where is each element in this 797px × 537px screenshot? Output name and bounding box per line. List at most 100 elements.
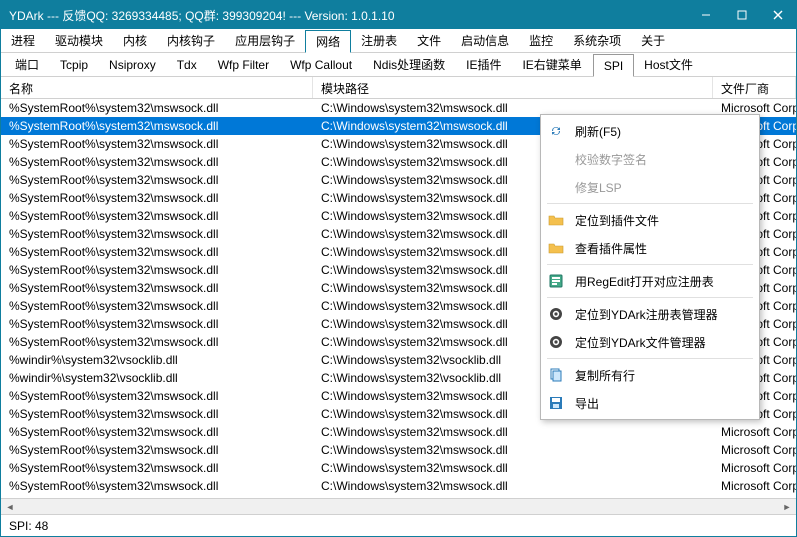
- menu-item[interactable]: 文件: [407, 29, 451, 52]
- save-icon: [547, 394, 565, 412]
- context-menu-label: 用RegEdit打开对应注册表: [575, 273, 714, 290]
- context-menu-item[interactable]: 定位到YDArk文件管理器: [543, 328, 757, 356]
- main-menu: 进程驱动模块内核内核钩子应用层钩子网络注册表文件启动信息监控系统杂项关于: [1, 29, 796, 53]
- minimize-button[interactable]: [688, 1, 724, 29]
- context-menu-label: 导出: [575, 395, 599, 412]
- cell-name: %SystemRoot%\system32\mswsock.dll: [1, 245, 313, 259]
- menu-separator: [547, 203, 753, 204]
- menu-item[interactable]: 驱动模块: [45, 29, 113, 52]
- cell-name: %SystemRoot%\system32\mswsock.dll: [1, 479, 313, 493]
- context-menu-label: 查看插件属性: [575, 240, 647, 257]
- cell-name: %SystemRoot%\system32\mswsock.dll: [1, 281, 313, 295]
- col-path[interactable]: 模块路径: [313, 77, 713, 98]
- context-menu-item[interactable]: 查看插件属性: [543, 234, 757, 262]
- context-menu-item[interactable]: 导出: [543, 389, 757, 417]
- cell-vendor: Microsoft Corporation: [713, 425, 796, 439]
- context-menu-item: 修复LSP: [543, 173, 757, 201]
- gear-icon: [547, 333, 565, 351]
- cell-name: %SystemRoot%\system32\mswsock.dll: [1, 425, 313, 439]
- context-menu-item[interactable]: 定位到插件文件: [543, 206, 757, 234]
- cell-name: %SystemRoot%\system32\mswsock.dll: [1, 443, 313, 457]
- cell-name: %SystemRoot%\system32\mswsock.dll: [1, 263, 313, 277]
- context-menu-label: 校验数字签名: [575, 151, 647, 168]
- copy-icon: [547, 366, 565, 384]
- context-menu-label: 定位到YDArk注册表管理器: [575, 306, 718, 323]
- cell-name: %SystemRoot%\system32\mswsock.dll: [1, 173, 313, 187]
- menu-item[interactable]: 监控: [519, 29, 563, 52]
- cell-name: %SystemRoot%\system32\mswsock.dll: [1, 227, 313, 241]
- cell-name: %SystemRoot%\system32\mswsock.dll: [1, 119, 313, 133]
- cell-path: C:\Windows\system32\mswsock.dll: [313, 479, 713, 493]
- menu-item[interactable]: 网络: [305, 30, 351, 53]
- close-button[interactable]: [760, 1, 796, 29]
- tab-item[interactable]: Nsiproxy: [99, 53, 167, 76]
- scrollbar-horizontal[interactable]: ◄ ►: [1, 498, 796, 514]
- cell-name: %SystemRoot%\system32\mswsock.dll: [1, 407, 313, 421]
- tab-item[interactable]: Tdx: [167, 53, 208, 76]
- tab-item[interactable]: Wfp Callout: [280, 53, 363, 76]
- menu-item[interactable]: 内核: [113, 29, 157, 52]
- tab-item[interactable]: Wfp Filter: [208, 53, 280, 76]
- context-menu-item[interactable]: 复制所有行: [543, 361, 757, 389]
- cell-name: %SystemRoot%\system32\mswsock.dll: [1, 101, 313, 115]
- cell-vendor: Microsoft Corporation: [713, 461, 796, 475]
- context-menu-label: 定位到插件文件: [575, 212, 659, 229]
- folder-icon: [547, 211, 565, 229]
- cell-name: %SystemRoot%\system32\mswsock.dll: [1, 317, 313, 331]
- scroll-left-icon[interactable]: ◄: [3, 500, 17, 514]
- context-menu-label: 修复LSP: [575, 179, 622, 196]
- cell-path: C:\Windows\system32\mswsock.dll: [313, 425, 713, 439]
- table-header: 名称 模块路径 文件厂商: [1, 77, 796, 99]
- menu-item[interactable]: 进程: [1, 29, 45, 52]
- context-menu-item[interactable]: 定位到YDArk注册表管理器: [543, 300, 757, 328]
- tab-item[interactable]: Tcpip: [50, 53, 99, 76]
- context-menu[interactable]: 刷新(F5) 校验数字签名修复LSP 定位到插件文件查看插件属性用RegEdit打开…: [540, 114, 760, 420]
- cell-name: %windir%\system32\vsocklib.dll: [1, 371, 313, 385]
- menu-item[interactable]: 应用层钩子: [225, 29, 305, 52]
- tab-item[interactable]: Host文件: [634, 53, 704, 76]
- cell-name: %SystemRoot%\system32\mswsock.dll: [1, 191, 313, 205]
- menu-item[interactable]: 注册表: [351, 29, 407, 52]
- cell-name: %windir%\system32\vsocklib.dll: [1, 353, 313, 367]
- cell-path: C:\Windows\system32\mswsock.dll: [313, 101, 713, 115]
- col-vendor[interactable]: 文件厂商: [713, 77, 796, 98]
- window-title: YDArk --- 反馈QQ: 3269334485; QQ群: 3993092…: [9, 7, 688, 24]
- table-row[interactable]: %SystemRoot%\system32\mswsock.dllC:\Wind…: [1, 477, 796, 495]
- cell-name: %SystemRoot%\system32\mswsock.dll: [1, 155, 313, 169]
- cell-name: %SystemRoot%\system32\mswsock.dll: [1, 461, 313, 475]
- maximize-button[interactable]: [724, 1, 760, 29]
- cell-name: %SystemRoot%\system32\mswsock.dll: [1, 389, 313, 403]
- cell-name: %SystemRoot%\system32\mswsock.dll: [1, 299, 313, 313]
- cell-path: C:\Windows\system32\mswsock.dll: [313, 461, 713, 475]
- context-menu-item[interactable]: 用RegEdit打开对应注册表: [543, 267, 757, 295]
- menu-separator: [547, 264, 753, 265]
- cell-name: %SystemRoot%\system32\mswsock.dll: [1, 209, 313, 223]
- reg-icon: [547, 272, 565, 290]
- tab-item[interactable]: IE右键菜单: [512, 53, 592, 76]
- statusbar: SPI: 48: [1, 514, 796, 536]
- menu-item[interactable]: 启动信息: [451, 29, 519, 52]
- scroll-right-icon[interactable]: ►: [780, 500, 794, 514]
- sub-tabs: 端口TcpipNsiproxyTdxWfp FilterWfp CalloutN…: [1, 53, 796, 77]
- context-menu-item[interactable]: 刷新(F5): [543, 117, 757, 145]
- table-row[interactable]: %SystemRoot%\system32\mswsock.dllC:\Wind…: [1, 423, 796, 441]
- tab-item[interactable]: SPI: [593, 54, 634, 77]
- folder-icon: [547, 239, 565, 257]
- menu-item[interactable]: 关于: [631, 29, 675, 52]
- cell-path: C:\Windows\system32\mswsock.dll: [313, 443, 713, 457]
- blank-icon: [547, 150, 565, 168]
- tab-item[interactable]: 端口: [5, 53, 50, 76]
- col-name[interactable]: 名称: [1, 77, 313, 98]
- titlebar: YDArk --- 反馈QQ: 3269334485; QQ群: 3993092…: [1, 1, 796, 29]
- menu-item[interactable]: 系统杂项: [563, 29, 631, 52]
- refresh-icon: [547, 122, 565, 140]
- context-menu-label: 刷新(F5): [575, 123, 621, 140]
- context-menu-item: 校验数字签名: [543, 145, 757, 173]
- table-row[interactable]: %SystemRoot%\system32\mswsock.dllC:\Wind…: [1, 459, 796, 477]
- table-row[interactable]: %SystemRoot%\system32\mswsock.dllC:\Wind…: [1, 441, 796, 459]
- tab-item[interactable]: Ndis处理函数: [363, 53, 456, 76]
- menu-item[interactable]: 内核钩子: [157, 29, 225, 52]
- tab-item[interactable]: IE插件: [456, 53, 512, 76]
- cell-name: %SystemRoot%\system32\mswsock.dll: [1, 335, 313, 349]
- gear-icon: [547, 305, 565, 323]
